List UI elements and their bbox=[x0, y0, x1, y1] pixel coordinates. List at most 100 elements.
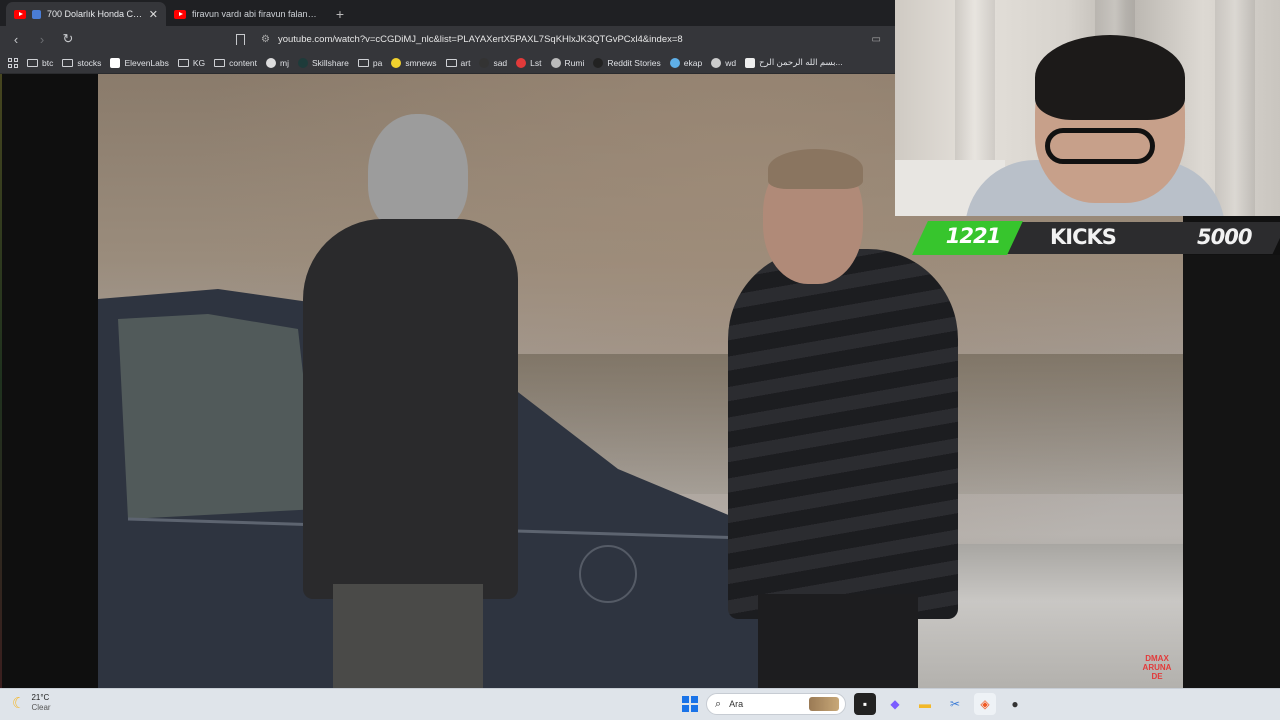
kick-counter-banner: 1221 KICKS 5000 bbox=[905, 218, 1280, 258]
bookmark-label: sad bbox=[493, 57, 508, 68]
bookmark-item[interactable]: mj bbox=[266, 57, 290, 68]
bookmark-item[interactable]: ekap bbox=[669, 57, 703, 68]
close-tab-icon[interactable]: ✕ bbox=[149, 8, 158, 21]
bookmark-item[interactable]: Lst bbox=[516, 57, 542, 68]
rumi-icon bbox=[550, 57, 561, 68]
bookmarks-bar: btc stocks ElevenLabs KG content mj Skil… bbox=[0, 52, 895, 74]
moon-icon: ☾ bbox=[12, 695, 26, 712]
tab-inactive[interactable]: firavun vardı abi firavun falan filan di… bbox=[166, 2, 326, 26]
person-grey-pants bbox=[333, 584, 483, 688]
kick-goal: 5000 bbox=[1197, 225, 1252, 249]
bookmark-label: content bbox=[229, 57, 258, 68]
person-black-pants bbox=[758, 594, 918, 688]
address-bar[interactable]: ⚙ youtube.com/watch?v=cCGDiMJ_nlc&list=P… bbox=[255, 28, 887, 50]
bookmark-item[interactable]: btc bbox=[27, 58, 53, 68]
bookmark-item[interactable]: Skillshare bbox=[298, 57, 349, 68]
wikidata-icon bbox=[711, 57, 722, 68]
search-placeholder: Ara bbox=[729, 699, 744, 709]
curtain-fold bbox=[1215, 0, 1255, 216]
skillshare-icon bbox=[298, 57, 309, 68]
apps-grid-icon[interactable] bbox=[8, 57, 18, 68]
bookmark-label: art bbox=[460, 57, 471, 68]
reload-icon[interactable]: ↻ bbox=[60, 31, 76, 47]
github-icon bbox=[266, 57, 277, 68]
folder-icon bbox=[445, 58, 457, 67]
reddit-stories-icon bbox=[593, 57, 604, 68]
bookmark-item[interactable]: ElevenLabs bbox=[110, 57, 169, 68]
task-view-icon[interactable]: ▪ bbox=[854, 693, 876, 715]
streamer-glasses bbox=[1045, 128, 1155, 164]
bookmark-label: Reddit Stories bbox=[607, 57, 661, 68]
windows-start-icon[interactable] bbox=[682, 696, 698, 712]
playlist-icon bbox=[32, 9, 41, 19]
bookmark-label: بسم الله الرحمن الرح... bbox=[759, 57, 843, 67]
snipping-tool-icon[interactable]: ✂ bbox=[944, 693, 966, 715]
weather-temp: 21°C bbox=[31, 693, 50, 702]
taskbar-search[interactable]: ⌕ Ara bbox=[706, 693, 846, 715]
folder-icon bbox=[177, 58, 189, 67]
tab-active[interactable]: 700 Dolarlık Honda Civic'ten ... ✕ bbox=[6, 2, 166, 26]
person-beanie bbox=[368, 114, 468, 234]
copilot-icon[interactable]: ◆ bbox=[884, 693, 906, 715]
bookmark-item[interactable]: sad bbox=[479, 57, 508, 68]
tab-title: firavun vardı abi firavun falan filan di… bbox=[192, 9, 318, 19]
cast-icon[interactable]: ▭ bbox=[872, 34, 881, 45]
back-icon[interactable]: ‹ bbox=[8, 32, 24, 47]
bookmark-item[interactable]: smnews bbox=[391, 57, 437, 68]
bookmark-item[interactable]: content bbox=[214, 58, 257, 68]
taskbar-apps: ⌕ Ara ▪ ◆ ▬ ✂ ◈ ● bbox=[682, 693, 1026, 715]
kick-label: KICKS bbox=[1050, 225, 1117, 249]
bookmark-icon[interactable] bbox=[236, 33, 245, 45]
weather-condition: Clear bbox=[31, 703, 51, 712]
browser-tab-strip: 700 Dolarlık Honda Civic'ten ... ✕ firav… bbox=[0, 0, 895, 26]
bookmark-item[interactable]: stocks bbox=[62, 58, 101, 68]
forward-icon[interactable]: › bbox=[34, 32, 50, 47]
tab-title: 700 Dolarlık Honda Civic'ten ... bbox=[47, 9, 143, 19]
bookmark-item[interactable]: Reddit Stories bbox=[593, 57, 661, 68]
search-highlight-image bbox=[809, 697, 839, 711]
bookmark-label: smnews bbox=[405, 57, 437, 68]
person-hair bbox=[768, 149, 863, 189]
bookmark-label: wd bbox=[725, 57, 737, 68]
youtube-icon bbox=[174, 9, 186, 19]
bookmark-item[interactable]: pa bbox=[357, 57, 383, 68]
streamer-hair bbox=[1035, 35, 1185, 120]
page-icon bbox=[745, 57, 756, 68]
channel-watermark: DMAX ARUNA DE bbox=[1142, 654, 1172, 681]
bookmark-item[interactable]: Rumi bbox=[550, 57, 585, 68]
weather-widget[interactable]: ☾ 21°C Clear bbox=[12, 693, 51, 713]
bookmark-label: stocks bbox=[77, 57, 102, 68]
bookmark-item[interactable]: art bbox=[445, 57, 471, 68]
folder-icon bbox=[62, 58, 74, 67]
screen: 700 Dolarlık Honda Civic'ten ... ✕ firav… bbox=[0, 0, 1280, 720]
s-logo-icon bbox=[516, 57, 527, 68]
site-settings-icon[interactable]: ⚙ bbox=[261, 34, 270, 45]
bookmark-item[interactable]: KG bbox=[177, 57, 206, 68]
search-icon: ⌕ bbox=[715, 697, 722, 710]
bookmark-label: Lst bbox=[530, 57, 542, 68]
windows-taskbar: ☾ 21°C Clear ⌕ Ara ▪ ◆ ▬ ✂ ◈ ● bbox=[0, 688, 1280, 720]
person-puffer-jacket bbox=[728, 249, 958, 619]
bookmark-item[interactable]: بسم الله الرحمن الرح... bbox=[745, 57, 843, 68]
url-text: youtube.com/watch?v=cCGDiMJ_nlc&list=PLA… bbox=[277, 33, 683, 45]
kick-count: 1221 bbox=[945, 224, 1001, 248]
brave-browser-icon[interactable]: ◈ bbox=[974, 693, 996, 715]
bookmark-label: mj bbox=[280, 57, 290, 68]
bookmark-label: pa bbox=[372, 57, 383, 68]
bookmark-label: btc bbox=[42, 57, 54, 68]
bookmark-label: Rumi bbox=[564, 57, 585, 68]
bookmark-label: KG bbox=[192, 57, 206, 68]
webcam-overlay bbox=[895, 0, 1280, 216]
folder-icon bbox=[27, 58, 38, 67]
bookmark-label: ElevenLabs bbox=[124, 57, 169, 68]
bookmark-label: ekap bbox=[683, 57, 703, 68]
smiley-icon bbox=[391, 57, 402, 68]
file-explorer-icon[interactable]: ▬ bbox=[914, 693, 936, 715]
obs-icon[interactable]: ● bbox=[1004, 693, 1026, 715]
bookmark-label: Skillshare bbox=[312, 57, 349, 68]
person-dark-hoodie bbox=[303, 219, 518, 599]
bookmark-item[interactable]: wd bbox=[711, 57, 737, 68]
page-edge-strip bbox=[0, 74, 2, 688]
new-tab-button[interactable]: + bbox=[330, 2, 350, 26]
slash-icon bbox=[479, 57, 490, 68]
